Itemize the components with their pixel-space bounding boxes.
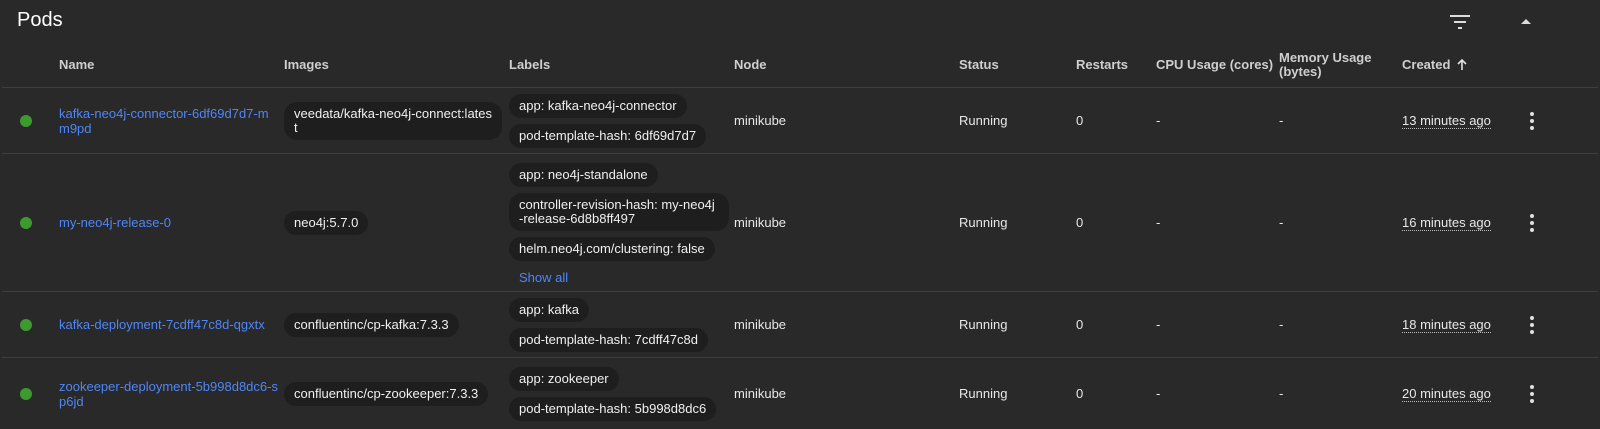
more-vert-icon[interactable] xyxy=(1530,384,1534,403)
column-header-restarts[interactable]: Restarts xyxy=(1076,42,1128,88)
status-dot-icon xyxy=(20,88,32,153)
more-vert-icon[interactable] xyxy=(1530,213,1534,232)
table-row: my-neo4j-release-0 neo4j:5.7.0 app: neo4… xyxy=(2,154,1598,292)
sort-arrow-up-icon xyxy=(1457,59,1467,70)
show-all-link[interactable]: Show all xyxy=(519,270,568,285)
column-header-images: Images xyxy=(284,57,329,72)
label-chip: pod-template-hash: 6df69d7d7 xyxy=(509,123,707,148)
label-chip: controller-revision-hash: my-neo4j-relea… xyxy=(509,193,729,231)
label-chip: app: kafka xyxy=(509,297,589,322)
label-chip: helm.neo4j.com/clustering: false xyxy=(509,237,715,261)
column-header-node[interactable]: Node xyxy=(734,42,767,88)
restarts-value: 0 xyxy=(1076,215,1084,230)
created-value[interactable]: 16 minutes ago xyxy=(1402,215,1491,231)
labels-cell: app: zookeeper pod-template-hash: 5b998d… xyxy=(509,358,717,429)
cpu-value: - xyxy=(1156,317,1161,332)
cpu-value: - xyxy=(1156,386,1161,401)
pod-name-link[interactable]: kafka-neo4j-connector-6df69d7d7-mm9pd xyxy=(59,106,279,136)
table-row: kafka-neo4j-connector-6df69d7d7-mm9pd ve… xyxy=(2,88,1598,154)
created-value[interactable]: 13 minutes ago xyxy=(1402,113,1491,129)
node-value: minikube xyxy=(734,113,787,128)
labels-cell: app: kafka pod-template-hash: 7cdff47c8d xyxy=(509,292,708,357)
memory-value: - xyxy=(1279,386,1284,401)
table-header: Name Images Labels Node Status Restarts … xyxy=(2,42,1598,88)
card-header: Pods xyxy=(2,0,1598,42)
memory-value: - xyxy=(1279,113,1284,128)
status-dot-icon xyxy=(20,154,32,291)
column-header-created-label: Created xyxy=(1402,57,1451,72)
column-header-labels: Labels xyxy=(509,57,551,72)
column-header-memory[interactable]: Memory Usage (bytes) xyxy=(1279,42,1371,88)
image-chip: neo4j:5.7.0 xyxy=(284,210,369,235)
status-value: Running xyxy=(959,386,1008,401)
status-value: Running xyxy=(959,317,1008,332)
node-value: minikube xyxy=(734,317,787,332)
pod-name-link[interactable]: kafka-deployment-7cdff47c8d-qgxtx xyxy=(59,317,279,332)
created-value[interactable]: 20 minutes ago xyxy=(1402,386,1491,402)
more-vert-icon[interactable] xyxy=(1530,315,1534,334)
image-chip: veedata/kafka-neo4j-connect:latest xyxy=(284,101,502,140)
restarts-value: 0 xyxy=(1076,386,1084,401)
restarts-value: 0 xyxy=(1076,317,1084,332)
label-chip: app: zookeeper xyxy=(509,366,619,391)
label-chip: app: kafka-neo4j-connector xyxy=(509,93,687,118)
label-chip: pod-template-hash: 5b998d8dc6 xyxy=(509,396,717,421)
collapse-chevron-up-icon[interactable] xyxy=(1514,10,1538,34)
page-title: Pods xyxy=(17,9,63,31)
label-chip: pod-template-hash: 7cdff47c8d xyxy=(509,327,708,352)
memory-value: - xyxy=(1279,317,1284,332)
column-header-memory-line2: (bytes) xyxy=(1279,64,1322,79)
node-value: minikube xyxy=(734,215,787,230)
status-dot-icon xyxy=(20,292,32,357)
restarts-value: 0 xyxy=(1076,113,1084,128)
table-row: kafka-deployment-7cdff47c8d-qgxtx conflu… xyxy=(2,292,1598,358)
label-chip: app: neo4j-standalone xyxy=(509,163,658,187)
column-header-status[interactable]: Status xyxy=(959,42,999,88)
status-value: Running xyxy=(959,113,1008,128)
table-row: zookeeper-deployment-5b998d8dc6-sp6jd co… xyxy=(2,358,1598,429)
cpu-value: - xyxy=(1156,215,1161,230)
image-chip: confluentinc/cp-kafka:7.3.3 xyxy=(284,312,459,337)
more-vert-icon[interactable] xyxy=(1530,111,1534,130)
column-header-name[interactable]: Name xyxy=(59,42,94,88)
status-dot-icon xyxy=(20,358,32,429)
column-header-created[interactable]: Created xyxy=(1402,42,1468,88)
image-chip: confluentinc/cp-zookeeper:7.3.3 xyxy=(284,381,489,406)
labels-cell: app: neo4j-standalone controller-revisio… xyxy=(509,154,729,291)
pod-name-link[interactable]: my-neo4j-release-0 xyxy=(59,215,279,230)
memory-value: - xyxy=(1279,215,1284,230)
labels-cell: app: kafka-neo4j-connector pod-template-… xyxy=(509,88,707,153)
pods-card: Pods Name Images Labels Node Status Rest… xyxy=(2,0,1598,429)
filter-icon[interactable] xyxy=(1448,10,1472,34)
column-header-cpu[interactable]: CPU Usage (cores) xyxy=(1156,42,1273,88)
node-value: minikube xyxy=(734,386,787,401)
column-header-memory-line1: Memory Usage xyxy=(1279,50,1372,65)
cpu-value: - xyxy=(1156,113,1161,128)
created-value[interactable]: 18 minutes ago xyxy=(1402,317,1491,333)
pod-name-link[interactable]: zookeeper-deployment-5b998d8dc6-sp6jd xyxy=(59,379,279,409)
status-value: Running xyxy=(959,215,1008,230)
